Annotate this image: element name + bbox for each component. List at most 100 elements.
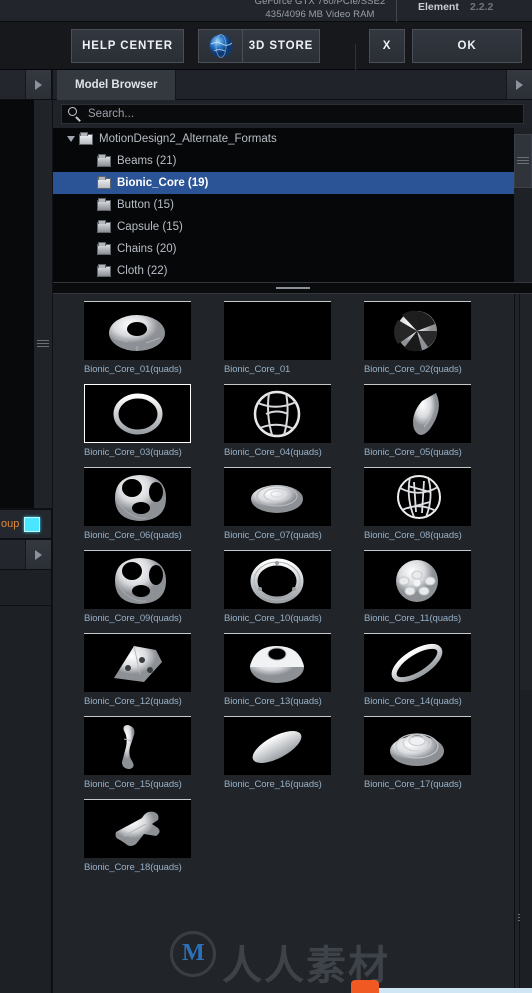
thumbnail-image[interactable] [84,799,191,858]
left-panel-body [0,100,52,508]
thumbnail-image[interactable] [84,550,191,609]
tree-item-label: Beams (21) [117,155,177,167]
thumbnail-image[interactable] [224,467,331,526]
thumbnail-image[interactable] [364,633,471,692]
tree-item-label: Chains (20) [117,243,177,255]
thumbnail-label: Bionic_Core_18(quads) [84,862,182,873]
thumbnail-image[interactable] [84,716,191,775]
thumbnail-label: Bionic_Core_02(quads) [364,364,462,375]
tab-model-browser[interactable]: Model Browser [57,70,177,100]
3d-store-button[interactable]: 3D STORE [198,29,320,63]
thumbnail-label: Bionic_Core_15(quads) [84,779,182,790]
thumbnail-cell[interactable]: Bionic_Core_14(quads) [364,633,504,716]
folder-icon [79,131,93,145]
thumbnail-image[interactable] [224,633,331,692]
thumbnail-cell[interactable]: Bionic_Core_09(quads) [84,550,224,633]
gpu-name: GeForce GTX 760/PCIe/SSE2 [254,0,386,7]
model-browser-panel: Model Browser MotionDesign2_Alternate_Fo… [53,70,532,993]
thumbnail-image[interactable] [224,716,331,775]
thumbnail-cell[interactable]: Bionic_Core_04(quads) [224,384,364,467]
tree-item-0[interactable]: MotionDesign2_Alternate_Formats [53,128,514,150]
help-center-button[interactable]: HELP CENTER [71,29,184,63]
tree-item-1[interactable]: Beams (21) [53,150,514,172]
twisty-down-icon[interactable] [67,136,75,142]
search-input[interactable] [88,108,523,120]
thumbnail-image[interactable] [84,633,191,692]
triangle-right-icon [516,79,523,90]
thumbnail-image[interactable] [224,550,331,609]
left-panel-body-bottom [0,570,52,993]
thumbnail-label: Bionic_Core_11(quads) [364,613,462,624]
thumbnail-cell[interactable]: Bionic_Core_15(quads) [84,716,224,799]
thumbnail-cell[interactable]: Bionic_Core_03(quads) [84,384,224,467]
product-version: 2.2.2 [470,1,494,13]
panel-menu-button[interactable] [506,70,532,99]
thumbnail-cell[interactable]: Bionic_Core_11(quads) [364,550,504,633]
group-row[interactable]: oup [0,509,52,539]
tree-item-5[interactable]: Chains (20) [53,238,514,260]
thumbnail-cell[interactable]: Bionic_Core_08(quads) [364,467,504,550]
3d-store-label: 3D STORE [248,40,314,52]
thumbnail-grid: Bionic_Core_01(quads) Bionic_Core_01 Bioni… [53,294,514,993]
group-color-swatch[interactable] [24,516,41,532]
window-right-edge [520,690,532,993]
folder-icon [97,153,111,167]
thumbnail-cell[interactable]: Bionic_Core_18(quads) [84,799,224,882]
tree-item-6[interactable]: Cloth (22) [53,260,514,282]
ok-button[interactable]: OK [412,29,522,63]
thumbnail-label: Bionic_Core_01(quads) [84,364,182,375]
tree-item-3[interactable]: Button (15) [53,194,514,216]
thumbnail-image[interactable] [364,467,471,526]
folder-tree-scrollbar[interactable] [514,128,532,282]
panel-expand-button-2[interactable] [25,540,51,569]
left-panel-scrollbar[interactable] [34,100,52,508]
thumbnail-image[interactable] [364,384,471,443]
thumbnail-cell[interactable]: Bionic_Core_16(quads) [224,716,364,799]
thumbnail-label: Bionic_Core_09(quads) [84,613,182,624]
search-box[interactable] [61,104,524,124]
taskbar-orange-icon [351,980,379,993]
search-icon [68,107,82,122]
thumbnail-label: Bionic_Core_08(quads) [364,530,462,541]
thumbnail-image[interactable] [364,716,471,775]
thumbnail-cell[interactable]: Bionic_Core_06(quads) [84,467,224,550]
thumbnail-cell[interactable]: Bionic_Core_07(quads) [224,467,364,550]
close-button[interactable]: X [369,29,405,63]
thumbnail-cell[interactable]: Bionic_Core_01(quads) [84,301,224,384]
folder-icon [97,197,111,211]
thumbnail-label: Bionic_Core_01 [224,364,291,375]
thumbnail-cell[interactable]: Bionic_Core_17(quads) [364,716,504,799]
thumbnail-label: Bionic_Core_05(quads) [364,447,462,458]
thumbnail-label: Bionic_Core_06(quads) [84,530,182,541]
thumbnail-cell[interactable]: Bionic_Core_10(quads) [224,550,364,633]
thumbnail-image[interactable] [84,301,191,360]
tree-item-2[interactable]: Bionic_Core (19) [53,172,514,194]
product-name: Element [418,1,459,13]
thumbnail-cell[interactable]: Bionic_Core_02(quads) [364,301,504,384]
thumbnail-image[interactable] [84,384,191,443]
thumbnail-cell[interactable]: Bionic_Core_05(quads) [364,384,504,467]
thumbnail-image[interactable] [224,384,331,443]
thumbnail-image[interactable] [84,467,191,526]
left-panel-header-top [0,70,52,100]
folder-icon [97,219,111,233]
thumbnail-image[interactable] [224,301,331,360]
scrollbar-grip-icon [37,340,49,349]
divider [396,0,397,22]
tree-item-label: Button (15) [117,199,174,211]
thumbnail-cell[interactable]: Bionic_Core_12(quads) [84,633,224,716]
tree-item-4[interactable]: Capsule (15) [53,216,514,238]
thumbnail-cell[interactable]: Bionic_Core_13(quads) [224,633,364,716]
folder-icon [97,263,111,277]
panel-expand-button[interactable] [25,70,51,99]
thumbnail-grid-area: Bionic_Core_01(quads) Bionic_Core_01 Bioni… [53,294,532,993]
thumbnail-cell[interactable]: Bionic_Core_01 [224,301,364,384]
tree-item-label: Bionic_Core (19) [117,177,209,189]
thumbnail-image[interactable] [364,301,471,360]
gpu-info-strip: GeForce GTX 760/PCIe/SSE2 435/4096 MB Vi… [0,0,532,22]
scrollbar-thumb[interactable] [514,134,532,188]
panel-splitter[interactable] [53,282,532,294]
model-browser-tabbar: Model Browser [53,70,532,100]
thumbnail-image[interactable] [364,550,471,609]
scrollbar-grip-icon [517,157,529,166]
